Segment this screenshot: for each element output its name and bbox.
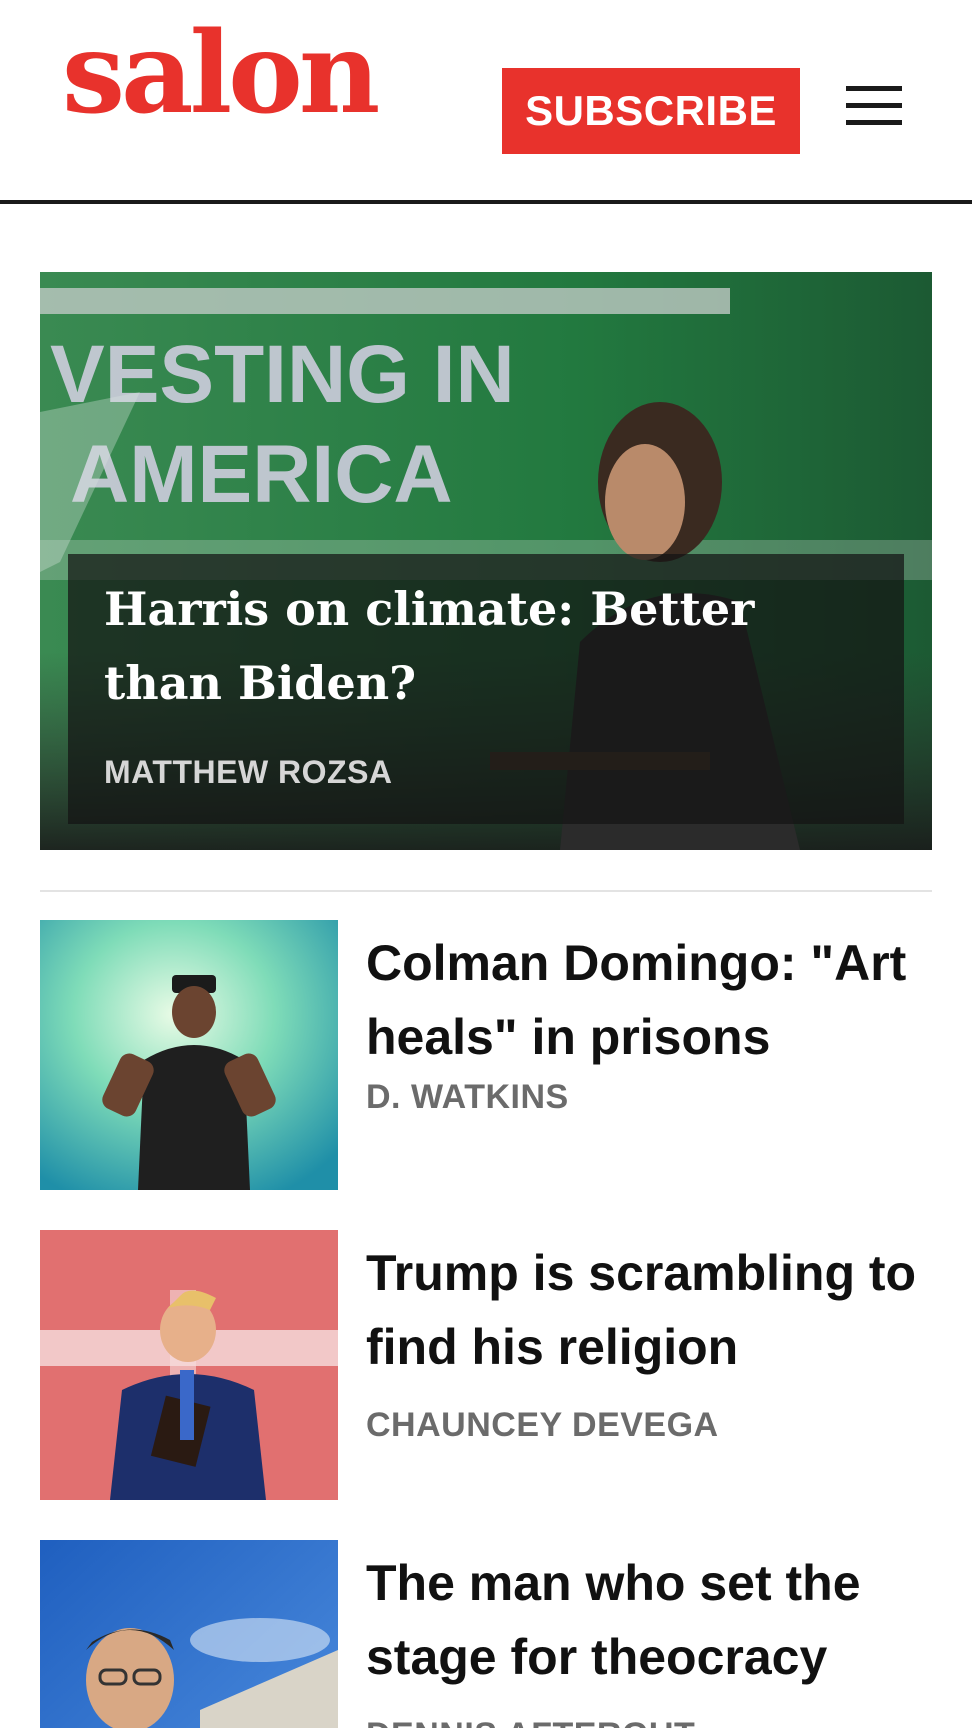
menu-bar: [846, 103, 902, 108]
salon-logo[interactable]: salon: [62, 18, 380, 130]
hero-story-card[interactable]: VESTING IN AMERICA Harris on climate: Be…: [40, 272, 932, 850]
article-author[interactable]: CHAUNCEY DEVEGA: [366, 1406, 719, 1445]
hero-author[interactable]: MATTHEW ROZSA: [104, 754, 393, 791]
article-author[interactable]: DENNIS AFTERGUT: [366, 1716, 695, 1728]
hero-headline[interactable]: Harris on climate: Better than Biden?: [104, 572, 804, 720]
article-headline[interactable]: Trump is scrambling to find his religion: [366, 1236, 932, 1384]
hamburger-menu-icon[interactable]: [846, 84, 902, 128]
article-thumbnail-colman-domingo: [40, 920, 338, 1190]
article-card[interactable]: Trump is scrambling to find his religion…: [40, 1230, 932, 1502]
menu-bar: [846, 120, 902, 125]
article-author[interactable]: D. WATKINS: [366, 1078, 569, 1117]
article-card[interactable]: Colman Domingo: "Art heals" in prisons D…: [40, 920, 932, 1192]
article-headline[interactable]: The man who set the stage for theocracy: [366, 1546, 932, 1694]
menu-bar: [846, 86, 902, 91]
section-divider: [40, 890, 932, 892]
subscribe-button[interactable]: SUBSCRIBE: [502, 68, 800, 154]
sign-text-line2: AMERICA: [70, 429, 453, 520]
article-headline[interactable]: Colman Domingo: "Art heals" in prisons: [366, 926, 932, 1074]
site-header: salon SUBSCRIBE: [0, 0, 972, 204]
article-card[interactable]: The man who set the stage for theocracy …: [40, 1540, 932, 1728]
article-thumbnail-supreme-court: [40, 1540, 338, 1728]
article-thumbnail-trump-bible: [40, 1230, 338, 1500]
